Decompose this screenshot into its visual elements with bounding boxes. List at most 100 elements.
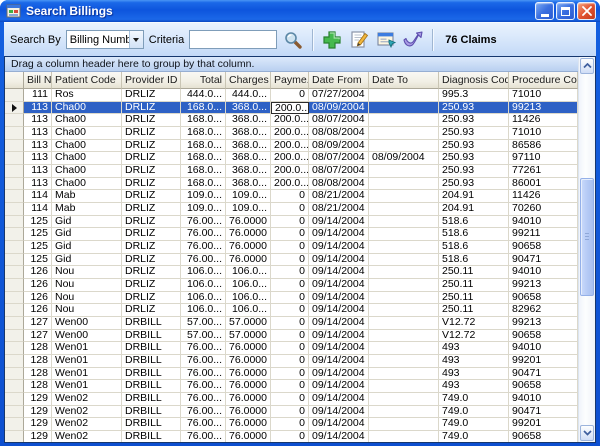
column-header-diagnosis-code[interactable]: Diagnosis Code: [439, 72, 509, 89]
grid-cell[interactable]: 90471: [509, 254, 578, 267]
grid-cell[interactable]: [369, 127, 439, 140]
grid-cell[interactable]: [369, 241, 439, 254]
grid-cell[interactable]: 168.0...: [181, 102, 226, 115]
grid-cell[interactable]: [369, 102, 439, 115]
grid-cell[interactable]: DRLIZ: [122, 165, 181, 178]
grid-cell[interactable]: DRLIZ: [122, 178, 181, 191]
grid-cell[interactable]: 09/14/2004: [309, 355, 369, 368]
grid-cell[interactable]: 493: [439, 355, 509, 368]
grid-cell[interactable]: 168.0...: [181, 127, 226, 140]
grid-cell[interactable]: 125: [24, 216, 52, 229]
grid-cell[interactable]: 57.0000: [226, 330, 271, 343]
grid-cell[interactable]: 76.0000: [226, 355, 271, 368]
grid-cell[interactable]: 76.0000: [226, 228, 271, 241]
grid-cell[interactable]: 106.0...: [226, 279, 271, 292]
grid-cell[interactable]: 09/14/2004: [309, 406, 369, 419]
grid-cell[interactable]: Gid: [52, 228, 122, 241]
table-row[interactable]: 113Cha00DRLIZ168.0...368.0...200.0...08/…: [5, 102, 578, 115]
grid-cell[interactable]: 08/07/2004: [309, 152, 369, 165]
grid-cell[interactable]: [369, 418, 439, 431]
grid-cell[interactable]: 995.3: [439, 89, 509, 102]
grid-cell[interactable]: 09/14/2004: [309, 254, 369, 267]
grid-cell[interactable]: DRBILL: [122, 431, 181, 442]
grid-cell[interactable]: DRBILL: [122, 380, 181, 393]
grid-cell[interactable]: 08/09/2004: [309, 140, 369, 153]
grid-cell[interactable]: 09/14/2004: [309, 418, 369, 431]
grid-cell[interactable]: 94010: [509, 216, 578, 229]
grid-cell[interactable]: [369, 406, 439, 419]
grid-cell[interactable]: DRLIZ: [122, 102, 181, 115]
grid-cell[interactable]: 76.00...: [181, 216, 226, 229]
grid-cell[interactable]: DRBILL: [122, 368, 181, 381]
grid-cell[interactable]: DRBILL: [122, 342, 181, 355]
grid-cell[interactable]: 0: [271, 241, 309, 254]
grid-cell[interactable]: 106.0...: [181, 266, 226, 279]
grid-cell[interactable]: DRLIZ: [122, 114, 181, 127]
grid-cell[interactable]: 94010: [509, 393, 578, 406]
grid-cell[interactable]: 250.93: [439, 178, 509, 191]
grid-cell[interactable]: 90658: [509, 292, 578, 305]
grid-cell[interactable]: 106.0...: [226, 292, 271, 305]
grid-cell[interactable]: Wen00: [52, 317, 122, 330]
chevron-down-icon[interactable]: [129, 31, 143, 48]
grid-cell[interactable]: [369, 330, 439, 343]
grid-cell[interactable]: [369, 368, 439, 381]
grid-cell[interactable]: 109.0...: [181, 203, 226, 216]
grid-cell[interactable]: [369, 266, 439, 279]
grid-cell[interactable]: 128: [24, 368, 52, 381]
grid-cell[interactable]: 0: [271, 418, 309, 431]
grid-cell[interactable]: Nou: [52, 279, 122, 292]
grid-cell[interactable]: [369, 114, 439, 127]
grid-cell[interactable]: Cha00: [52, 114, 122, 127]
grid-cell[interactable]: 0: [271, 355, 309, 368]
grid-cell[interactable]: 200.0...: [271, 114, 309, 127]
column-header-payme[interactable]: Payme...: [271, 72, 309, 89]
grid-cell[interactable]: 76.0000: [226, 393, 271, 406]
grid-cell[interactable]: 76.00...: [181, 393, 226, 406]
grid-cell[interactable]: 08/09/2004: [309, 102, 369, 115]
grid-cell[interactable]: 57.00...: [181, 330, 226, 343]
grid-cell[interactable]: Gid: [52, 254, 122, 267]
grid-cell[interactable]: 09/14/2004: [309, 380, 369, 393]
criteria-input[interactable]: [189, 30, 277, 49]
grid-cell[interactable]: 168.0...: [181, 140, 226, 153]
column-header-total[interactable]: Total: [181, 72, 226, 89]
grid-cell[interactable]: [369, 292, 439, 305]
group-by-bar[interactable]: Drag a column header here to group by th…: [5, 57, 578, 72]
grid-cell[interactable]: 114: [24, 203, 52, 216]
grid-cell[interactable]: 76.0000: [226, 406, 271, 419]
table-row[interactable]: 113Cha00DRLIZ168.0...368.0...200.0...08/…: [5, 127, 578, 140]
column-header-charges[interactable]: Charges: [226, 72, 271, 89]
grid-cell[interactable]: 94010: [509, 342, 578, 355]
grid-cell[interactable]: 08/07/2004: [309, 114, 369, 127]
grid-cell[interactable]: [369, 190, 439, 203]
grid-cell[interactable]: 250.93: [439, 114, 509, 127]
grid-cell[interactable]: 749.0: [439, 431, 509, 442]
grid-cell[interactable]: [369, 89, 439, 102]
grid-cell[interactable]: 0: [271, 330, 309, 343]
table-row[interactable]: 126NouDRLIZ106.0...106.0...009/14/200425…: [5, 304, 578, 317]
titlebar[interactable]: Search Billings: [0, 0, 600, 22]
grid-cell[interactable]: 368.0...: [226, 127, 271, 140]
table-row[interactable]: 126NouDRLIZ106.0...106.0...009/14/200425…: [5, 279, 578, 292]
grid-cell[interactable]: DRLIZ: [122, 228, 181, 241]
grid-cell[interactable]: Wen02: [52, 418, 122, 431]
grid-cell[interactable]: 0: [271, 380, 309, 393]
grid-cell[interactable]: [369, 431, 439, 442]
table-row[interactable]: 128Wen01DRBILL76.00...76.0000009/14/2004…: [5, 355, 578, 368]
grid-cell[interactable]: 76.00...: [181, 406, 226, 419]
table-row[interactable]: 129Wen02DRBILL76.00...76.0000009/14/2004…: [5, 418, 578, 431]
grid-cell[interactable]: 128: [24, 342, 52, 355]
table-row[interactable]: 113Cha00DRLIZ168.0...368.0...200.0...08/…: [5, 178, 578, 191]
grid-cell[interactable]: 113: [24, 140, 52, 153]
grid-cell[interactable]: 368.0...: [226, 140, 271, 153]
grid-cell[interactable]: 11426: [509, 114, 578, 127]
grid-cell[interactable]: 76.00...: [181, 355, 226, 368]
grid-cell[interactable]: 0: [271, 279, 309, 292]
grid-cell[interactable]: 0: [271, 266, 309, 279]
grid-cell[interactable]: 106.0...: [226, 266, 271, 279]
grid-cell[interactable]: 518.6: [439, 228, 509, 241]
grid-cell[interactable]: 09/14/2004: [309, 330, 369, 343]
grid-cell[interactable]: DRLIZ: [122, 254, 181, 267]
grid-cell[interactable]: Wen02: [52, 406, 122, 419]
